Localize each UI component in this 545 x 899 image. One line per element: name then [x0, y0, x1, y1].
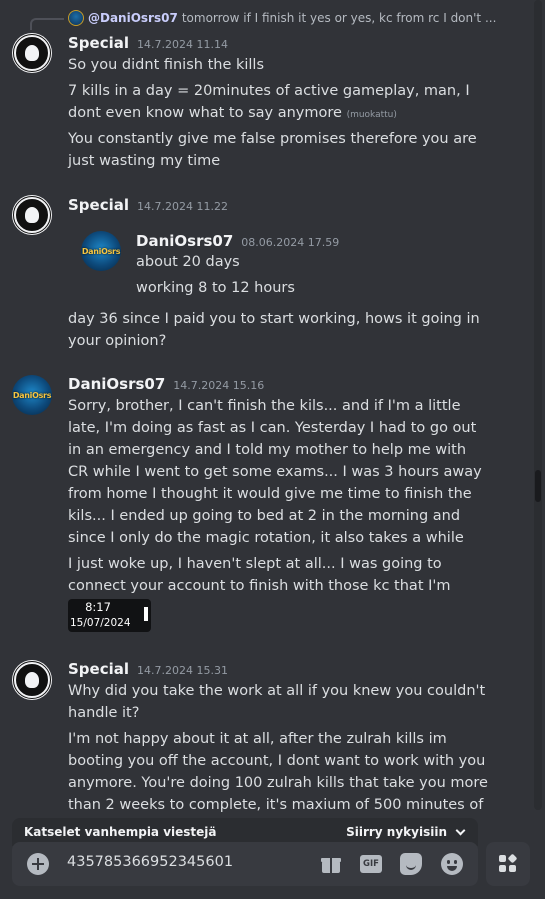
- chevron-down-icon[interactable]: [455, 825, 466, 835]
- message-text: You constantly give me false promises th…: [68, 131, 477, 169]
- edited-label: (muokattu): [346, 110, 397, 120]
- avatar[interactable]: DaniOsrs: [12, 375, 52, 415]
- message-text: So you didnt finish the kills: [68, 57, 265, 73]
- quoted-header: DaniOsrs07 08.06.2024 17.59: [136, 232, 339, 250]
- scrollbar-track[interactable]: [534, 0, 542, 810]
- avatar-logo: DaniOsrs: [81, 246, 121, 256]
- message-input[interactable]: 435785366952345601: [67, 854, 233, 870]
- quoted-text: about 20 days: [136, 254, 240, 270]
- plus-icon[interactable]: [27, 853, 49, 875]
- quoted-timestamp: 08.06.2024 17.59: [241, 236, 340, 249]
- username[interactable]: Special: [68, 660, 129, 678]
- message-text: 7 kills in a day = 20minutes of active g…: [68, 80, 488, 126]
- message-header: DaniOsrs07 14.7.2024 15.16: [68, 375, 264, 393]
- message-text: Sorry, brother, I can't finish the kils.…: [68, 398, 482, 546]
- video-attachment[interactable]: 8:17 15/07/2024: [68, 599, 151, 632]
- reply-text: tomorrow if I finish it yes or yes, kc f…: [181, 11, 497, 25]
- message-header: Special 14.7.2024 11.22: [68, 196, 228, 214]
- avatar-logo: DaniOsrs: [12, 390, 52, 400]
- message-header: Special 14.7.2024 15.31: [68, 660, 228, 678]
- timestamp: 14.7.2024 15.16: [173, 379, 265, 392]
- timestamp: 14.7.2024 11.22: [137, 200, 228, 213]
- older-messages-label: Katselet vanhempia viestejä: [24, 825, 217, 839]
- message-header: Special 14.7.2024 11.14: [68, 34, 228, 52]
- avatar[interactable]: [12, 195, 52, 235]
- sticker-icon[interactable]: [400, 853, 422, 875]
- timestamp: 14.7.2024 15.31: [137, 664, 228, 677]
- reply-avatar: [68, 10, 84, 26]
- video-date: 15/07/2024: [70, 617, 131, 629]
- message-list[interactable]: @DaniOsrs07 tomorrow if I finish it yes …: [0, 0, 545, 899]
- pause-icon[interactable]: [144, 607, 148, 621]
- timestamp: 14.7.2024 11.14: [137, 38, 228, 51]
- username[interactable]: Special: [68, 34, 129, 52]
- reply-preview[interactable]: @DaniOsrs07 tomorrow if I finish it yes …: [30, 8, 496, 28]
- reply-author[interactable]: @DaniOsrs07: [88, 11, 178, 25]
- username[interactable]: Special: [68, 196, 129, 214]
- jump-to-present-label[interactable]: Siirry nykyisiin: [346, 825, 447, 839]
- avatar[interactable]: [12, 33, 52, 73]
- message-text: Why did you take the work at all if you …: [68, 683, 486, 721]
- message-text-body: 7 kills in a day = 20minutes of active g…: [68, 83, 470, 121]
- message-text: day 36 since I paid you to start working…: [68, 311, 480, 349]
- message-composer[interactable]: 435785366952345601 GIF: [12, 842, 478, 886]
- gift-icon[interactable]: [320, 853, 342, 875]
- avatar[interactable]: [12, 660, 52, 700]
- quoted-username[interactable]: DaniOsrs07: [136, 232, 233, 250]
- jump-to-present-button[interactable]: Siirry nykyisiin: [346, 825, 466, 839]
- apps-icon[interactable]: [486, 842, 530, 886]
- scrollbar-thumb[interactable]: [535, 470, 541, 502]
- emoji-icon[interactable]: [441, 853, 463, 875]
- quoted-avatar[interactable]: DaniOsrs: [81, 231, 121, 271]
- video-duration: 8:17: [85, 600, 111, 614]
- quoted-text: working 8 to 12 hours: [136, 280, 295, 296]
- gif-icon[interactable]: GIF: [360, 855, 382, 873]
- username[interactable]: DaniOsrs07: [68, 375, 165, 393]
